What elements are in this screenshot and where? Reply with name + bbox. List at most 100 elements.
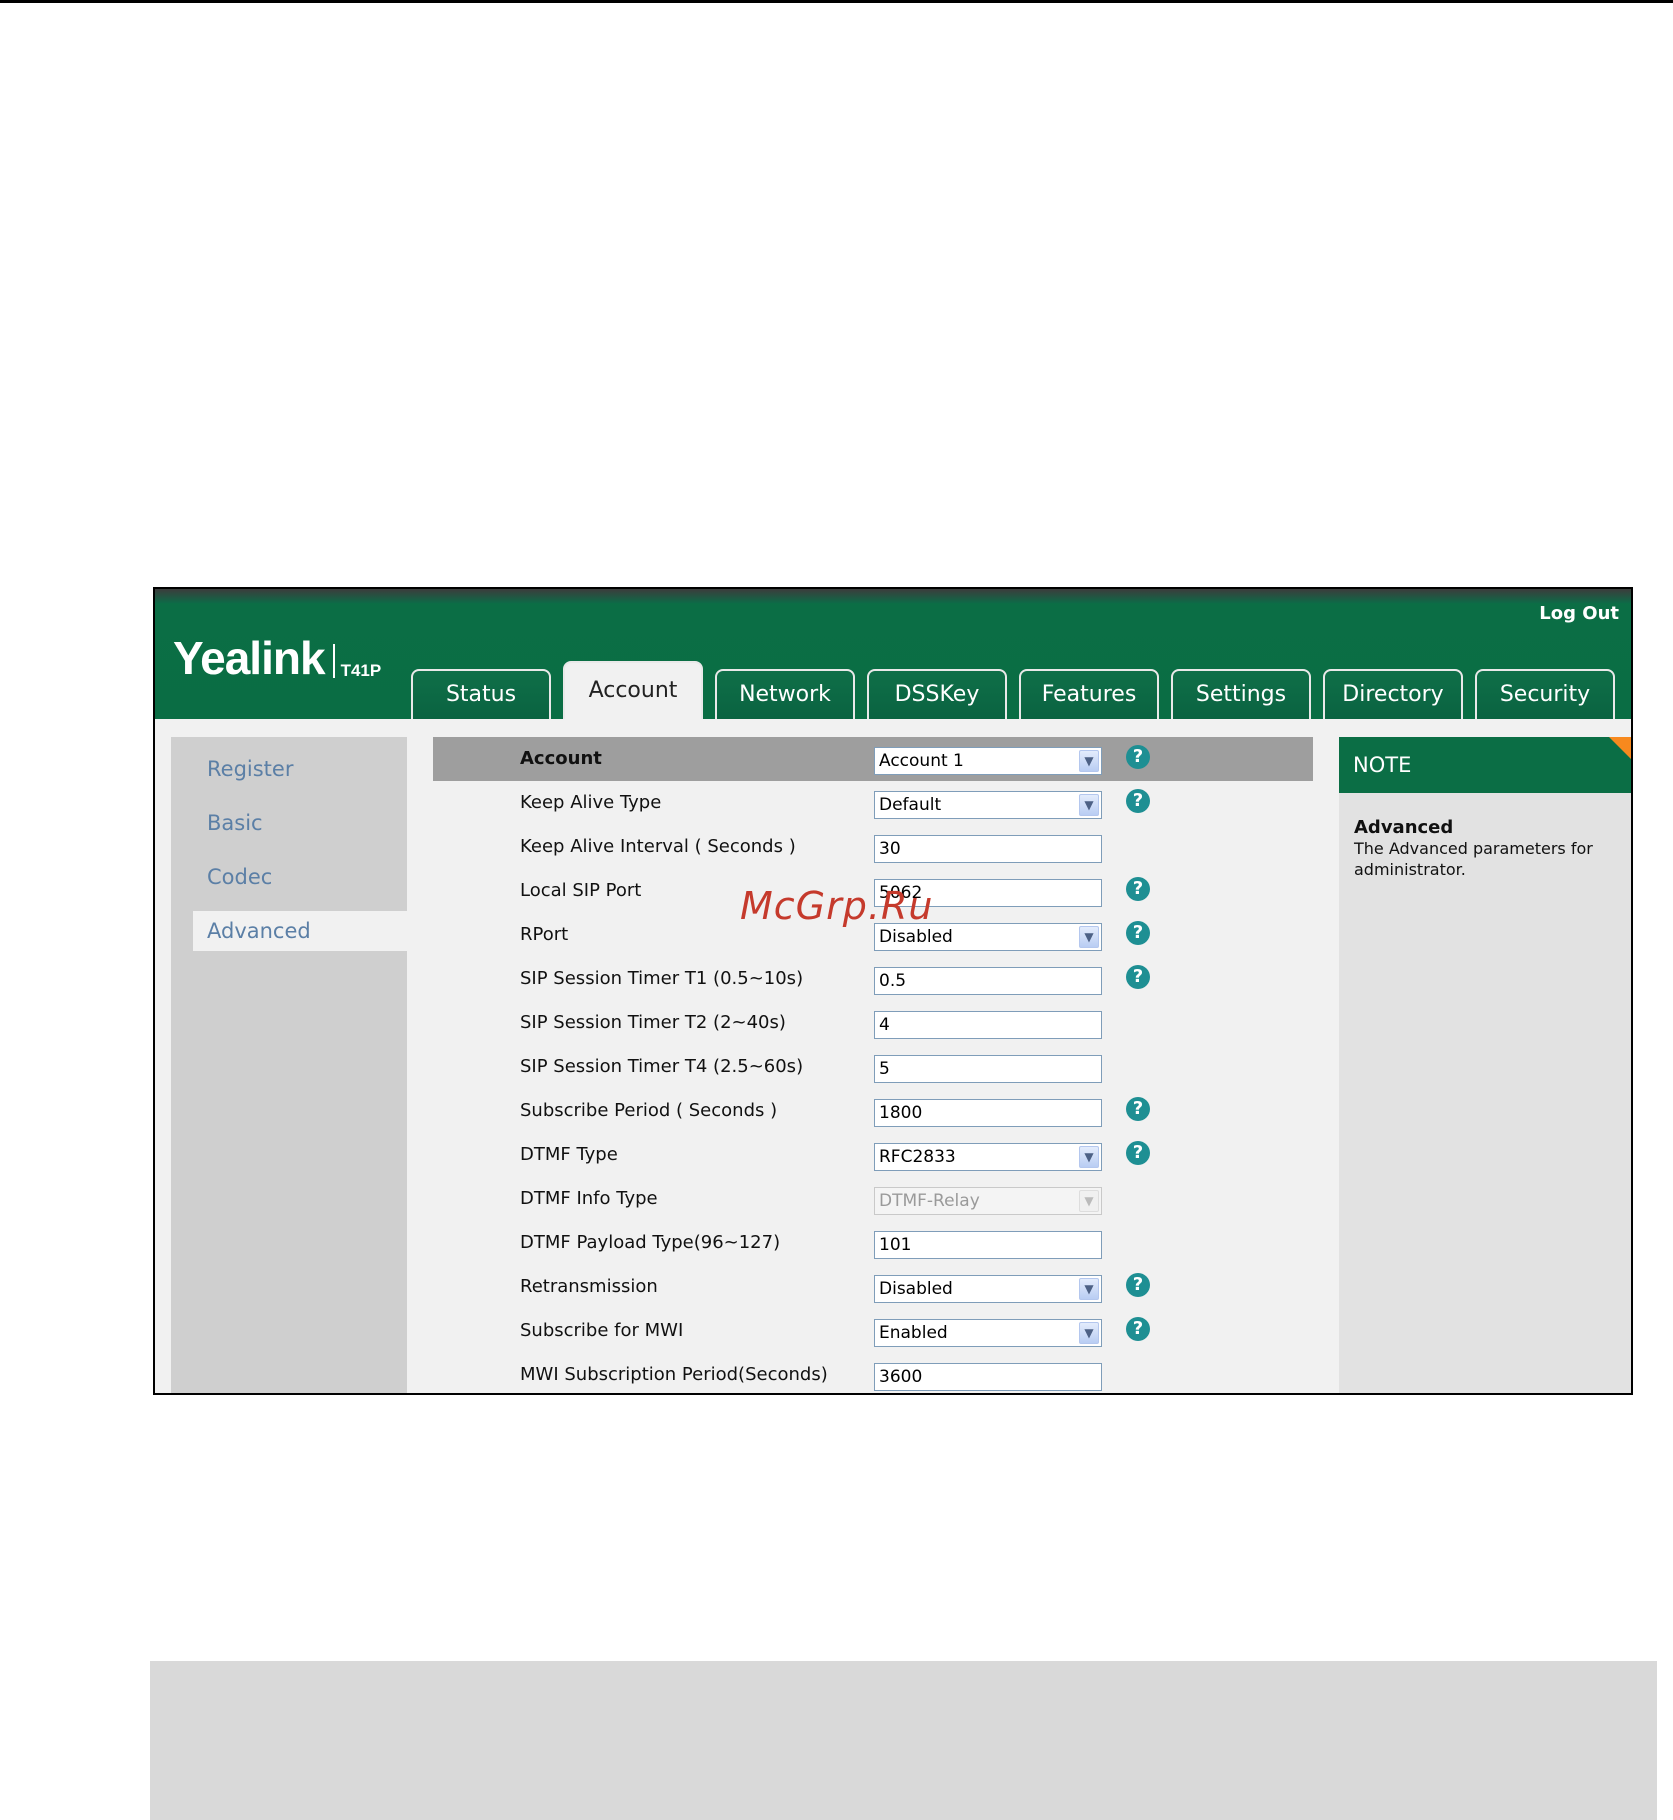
help-icon[interactable]: ? (1126, 1141, 1150, 1165)
keep-alive-interval-seconds-input[interactable]: 30 (874, 835, 1102, 863)
header-stripe (155, 589, 1631, 603)
tab-account[interactable]: Account (563, 661, 703, 719)
mwi-subscription-period-seconds-input[interactable]: 3600 (874, 1363, 1102, 1391)
form-row-keep-alive-type: Keep Alive Type Default ▼? (433, 781, 1313, 825)
field-label: DTMF Type (520, 1144, 618, 1165)
retransmission-select[interactable]: Disabled ▼ (874, 1275, 1102, 1303)
field-label: Subscribe Period ( Seconds ) (520, 1100, 778, 1121)
form-row-mwi-subscription-period-seconds: MWI Subscription Period(Seconds) 3600 (433, 1353, 1313, 1393)
field-value: Default (879, 795, 942, 815)
chevron-down-icon[interactable]: ▼ (1079, 750, 1099, 772)
field-value: 3600 (879, 1367, 923, 1387)
top-rule (0, 0, 1673, 3)
note-body: Advanced The Advanced parameters for adm… (1354, 817, 1624, 880)
subscribe-period-seconds-input[interactable]: 1800 (874, 1099, 1102, 1127)
header-bar: Log Out Yealink T41P Status Account Network… (155, 589, 1631, 719)
tab-features[interactable]: Features (1019, 669, 1159, 719)
logo-brand: Yealink (173, 632, 326, 684)
field-label: SIP Session Timer T4 (2.5~60s) (520, 1056, 804, 1077)
form-row-subscribe-period-seconds: Subscribe Period ( Seconds ) 1800? (433, 1089, 1313, 1133)
field-value: 30 (879, 839, 901, 859)
help-icon[interactable]: ? (1126, 965, 1150, 989)
account-select[interactable]: Account 1 ▼ (874, 747, 1102, 775)
bottom-gray-box (150, 1661, 1657, 1820)
help-icon[interactable]: ? (1126, 921, 1150, 945)
dtmf-info-type-select: DTMF-Relay ▼ (874, 1187, 1102, 1215)
sidebar: Register Basic Codec Advanced (171, 737, 417, 1393)
form-row-dtmf-type: DTMF Type RFC2833 ▼? (433, 1133, 1313, 1177)
field-label: RPort (520, 924, 569, 945)
field-label: Retransmission (520, 1276, 658, 1297)
form-row-dtmf-payload-type-96-127: DTMF Payload Type(96~127) 101 (433, 1221, 1313, 1265)
field-value: Account 1 (879, 751, 964, 771)
field-label: Local SIP Port (520, 880, 642, 901)
sidebar-item-codec[interactable]: Codec (171, 857, 407, 897)
form-row-retransmission: Retransmission Disabled ▼? (433, 1265, 1313, 1309)
chevron-down-icon[interactable]: ▼ (1079, 794, 1099, 816)
note-header: NOTE (1339, 737, 1631, 793)
field-label: SIP Session Timer T2 (2~40s) (520, 1012, 786, 1033)
field-label: SIP Session Timer T1 (0.5~10s) (520, 968, 804, 989)
yealink-logo: Yealink T41P (173, 631, 381, 685)
chevron-down-icon[interactable]: ▼ (1079, 926, 1099, 948)
help-icon[interactable]: ? (1126, 1317, 1150, 1341)
help-icon[interactable]: ? (1126, 877, 1150, 901)
help-icon[interactable]: ? (1126, 1097, 1150, 1121)
note-panel: NOTE Advanced The Advanced parameters fo… (1339, 737, 1631, 1393)
form-row-subscribe-for-mwi: Subscribe for MWI Enabled ▼? (433, 1309, 1313, 1353)
chevron-down-icon[interactable]: ▼ (1079, 1322, 1099, 1344)
sidebar-item-basic[interactable]: Basic (171, 803, 407, 843)
chevron-down-icon[interactable]: ▼ (1079, 1278, 1099, 1300)
field-label: DTMF Info Type (520, 1188, 658, 1209)
sip-session-timer-t4-2-5-60s-input[interactable]: 5 (874, 1055, 1102, 1083)
field-value: DTMF-Relay (879, 1191, 980, 1211)
field-value: 101 (879, 1235, 912, 1255)
tab-dsskey[interactable]: DSSKey (867, 669, 1007, 719)
keep-alive-type-select[interactable]: Default ▼ (874, 791, 1102, 819)
form-row-keep-alive-interval-seconds: Keep Alive Interval ( Seconds ) 30 (433, 825, 1313, 869)
tab-settings[interactable]: Settings (1171, 669, 1311, 719)
note-corner-fold (1609, 737, 1631, 763)
field-label: Subscribe for MWI (520, 1320, 684, 1341)
field-value: 4 (879, 1015, 890, 1035)
tab-status[interactable]: Status (411, 669, 551, 719)
sidebar-item-advanced[interactable]: Advanced (193, 911, 417, 951)
form-row-sip-session-timer-t1-0-5-10s: SIP Session Timer T1 (0.5~10s) 0.5? (433, 957, 1313, 1001)
field-label: Account (520, 748, 602, 769)
help-icon[interactable]: ? (1126, 745, 1150, 769)
field-label: Keep Alive Type (520, 792, 662, 813)
field-value: Enabled (879, 1323, 948, 1343)
watermark: McGrp.Ru (740, 884, 934, 928)
field-value: Disabled (879, 927, 953, 947)
chevron-down-icon: ▼ (1079, 1190, 1099, 1212)
dtmf-type-select[interactable]: RFC2833 ▼ (874, 1143, 1102, 1171)
field-label: DTMF Payload Type(96~127) (520, 1232, 781, 1253)
sip-session-timer-t2-2-40s-input[interactable]: 4 (874, 1011, 1102, 1039)
note-title: Advanced (1354, 817, 1454, 838)
web-ui-window: Log Out Yealink T41P Status Account Network… (153, 587, 1633, 1395)
field-value: 1800 (879, 1103, 923, 1123)
logo-model: T41P (340, 661, 382, 680)
tab-directory[interactable]: Directory (1323, 669, 1463, 719)
sidebar-item-register[interactable]: Register (171, 749, 407, 789)
tab-network[interactable]: Network (715, 669, 855, 719)
field-value: Disabled (879, 1279, 953, 1299)
form-row-dtmf-info-type: DTMF Info Type DTMF-Relay ▼ (433, 1177, 1313, 1221)
form-row-sip-session-timer-t4-2-5-60s: SIP Session Timer T4 (2.5~60s) 5 (433, 1045, 1313, 1089)
field-value: 0.5 (879, 971, 907, 991)
form-row-account: Account Account 1 ▼? (433, 737, 1313, 781)
tab-security[interactable]: Security (1475, 669, 1615, 719)
dtmf-payload-type-96-127-input[interactable]: 101 (874, 1231, 1102, 1259)
chevron-down-icon[interactable]: ▼ (1079, 1146, 1099, 1168)
subscribe-for-mwi-select[interactable]: Enabled ▼ (874, 1319, 1102, 1347)
sip-session-timer-t1-0-5-10s-input[interactable]: 0.5 (874, 967, 1102, 995)
logo-separator (332, 644, 335, 678)
logout-link[interactable]: Log Out (1539, 603, 1619, 624)
field-label: Keep Alive Interval ( Seconds ) (520, 836, 796, 857)
help-icon[interactable]: ? (1126, 789, 1150, 813)
field-value: RFC2833 (879, 1147, 956, 1167)
help-icon[interactable]: ? (1126, 1273, 1150, 1297)
field-label: MWI Subscription Period(Seconds) (520, 1364, 828, 1385)
note-text: The Advanced parameters for administrato… (1354, 839, 1593, 879)
field-value: 5 (879, 1059, 890, 1079)
